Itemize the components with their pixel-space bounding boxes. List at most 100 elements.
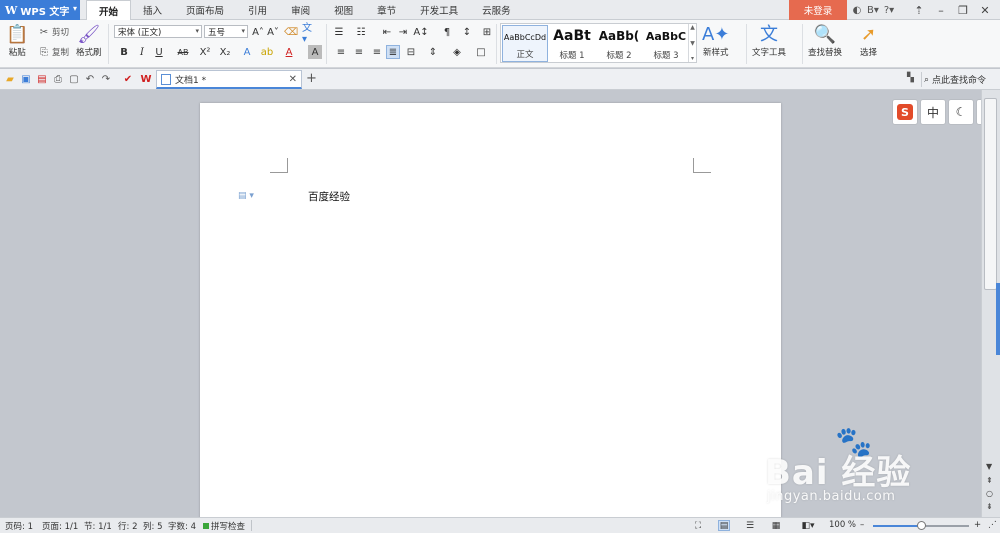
status-word-count[interactable]: 字数: 4 <box>168 520 196 532</box>
zoom-out-icon[interactable]: – <box>860 520 864 530</box>
web-view-icon[interactable]: ▦ <box>770 520 782 531</box>
paragraph-layout-icon[interactable]: ▤ ▾ <box>238 191 254 201</box>
shading-icon[interactable]: ◈ <box>450 45 464 59</box>
text-effect-icon[interactable]: A <box>240 45 254 59</box>
border-icon[interactable]: □ <box>474 45 488 59</box>
maximize-button[interactable]: ❐ <box>952 0 974 20</box>
chinese-mode-button[interactable]: 中 <box>920 99 946 125</box>
app-menu-button[interactable]: W WPS 文字 ▾ <box>0 0 80 20</box>
skin-icon[interactable]: ◐ <box>850 3 864 17</box>
open-icon[interactable]: ▰ <box>4 73 16 85</box>
char-shading-icon[interactable]: A <box>308 45 322 59</box>
resize-grip-icon[interactable]: ⋰ <box>988 520 997 530</box>
bold-button[interactable]: B <box>117 45 131 59</box>
distributed-icon[interactable]: ⊟ <box>404 45 418 59</box>
feedback-icon[interactable]: B▾ <box>866 3 880 17</box>
reading-mode-icon[interactable]: ◧▾ <box>798 520 818 531</box>
find-replace-button[interactable]: 🔍 查找替换 <box>808 24 842 58</box>
phonetic-icon[interactable]: 文▾ <box>302 23 316 45</box>
grow-font-icon[interactable]: A˄ <box>251 25 265 39</box>
fullscreen-icon[interactable]: ⛶ <box>692 520 704 531</box>
tab-8[interactable]: 云服务 <box>470 0 523 20</box>
document-text[interactable]: 百度经验 <box>308 189 350 204</box>
login-button[interactable]: 未登录 <box>789 0 847 20</box>
save-icon[interactable]: ▣ <box>20 73 32 85</box>
font-color-icon[interactable]: A <box>282 45 296 59</box>
line-spacing-icon[interactable]: ⇕ <box>426 45 440 59</box>
vertical-scrollbar[interactable]: ▼ ⇞ ○ ⇟ <box>981 90 1000 517</box>
export-pdf-icon[interactable]: ▤ <box>36 73 48 85</box>
document-page[interactable]: ▤ ▾ 百度经验 <box>200 103 781 523</box>
spell-check-toggle[interactable]: 拼写检查 <box>203 520 245 532</box>
shrink-font-icon[interactable]: A˅ <box>266 25 280 39</box>
decrease-indent-icon[interactable]: ⇤ <box>380 25 394 39</box>
scroll-down-icon[interactable]: ▼ <box>986 462 992 471</box>
print-preview-icon[interactable]: ▢ <box>68 73 80 85</box>
chinese-layout-icon[interactable]: A↕ <box>413 25 428 39</box>
tab-1[interactable]: 插入 <box>131 0 174 20</box>
text-tools-button[interactable]: 文 文字工具 <box>752 24 786 58</box>
strikethrough-button[interactable]: AB <box>174 45 192 59</box>
next-page-icon[interactable]: ⇟ <box>986 502 993 511</box>
superscript-button[interactable]: X² <box>198 45 212 59</box>
style-normal[interactable]: AaBbCcDd 正文 <box>502 25 548 62</box>
tab-6[interactable]: 章节 <box>365 0 408 20</box>
status-col[interactable]: 列: 5 <box>143 520 162 532</box>
style-heading-3[interactable]: AaBbC 标题 3 <box>643 25 689 62</box>
moon-icon[interactable]: ☾ <box>948 99 974 125</box>
numbered-list-icon[interactable]: ☷ <box>354 25 368 39</box>
justify-icon[interactable]: ≣ <box>386 45 400 59</box>
style-heading-1[interactable]: AaBt 标题 1 <box>549 25 595 62</box>
customize-qat-icon[interactable]: ✔ <box>122 73 134 85</box>
prev-page-icon[interactable]: ⇞ <box>986 476 993 485</box>
underline-button[interactable]: U <box>152 45 166 59</box>
highlight-icon[interactable]: ab <box>260 45 274 59</box>
select-browse-icon[interactable]: ○ <box>986 489 993 498</box>
tab-5[interactable]: 视图 <box>322 0 365 20</box>
tab-0[interactable]: 开始 <box>86 0 132 21</box>
cut-button[interactable]: ✂ 剪切 <box>38 26 69 39</box>
align-right-icon[interactable]: ≡ <box>370 45 384 59</box>
status-pages[interactable]: 页面: 1/1 <box>42 520 78 532</box>
zoom-slider[interactable] <box>873 521 969 530</box>
zoom-slider-knob[interactable] <box>917 521 926 530</box>
format-painter-button[interactable]: 🖌 格式刷 <box>76 24 102 58</box>
status-row[interactable]: 行: 2 <box>118 520 137 532</box>
tab-2[interactable]: 页面布局 <box>174 0 236 20</box>
chevron-up-icon[interactable]: ▲ <box>690 24 695 31</box>
page-view-icon[interactable]: ▤ <box>718 520 730 531</box>
copy-button[interactable]: ⎘ 复制 <box>38 46 69 59</box>
bullet-list-icon[interactable]: ☰ <box>332 25 346 39</box>
sort-icon[interactable]: ↕ <box>460 25 474 39</box>
align-left-icon[interactable]: ≡ <box>334 45 348 59</box>
zoom-in-icon[interactable]: + <box>974 520 981 530</box>
italic-button[interactable]: I <box>135 45 149 59</box>
new-style-button[interactable]: A✦ 新样式 <box>702 24 729 58</box>
font-size-select[interactable]: 五号 ▾ <box>204 25 248 38</box>
tab-7[interactable]: 开发工具 <box>408 0 470 20</box>
outline-view-icon[interactable]: ☰ <box>744 520 756 531</box>
increase-indent-icon[interactable]: ⇥ <box>396 25 410 39</box>
chevron-down-icon[interactable]: ▼ <box>690 40 695 47</box>
wps-icon[interactable]: W <box>140 73 152 85</box>
style-heading-2[interactable]: AaBb( 标题 2 <box>596 25 642 62</box>
pin-icon[interactable]: ▚ <box>907 73 914 83</box>
clear-format-icon[interactable]: ⌫ <box>284 25 298 39</box>
tab-3[interactable]: 引用 <box>236 0 279 20</box>
font-family-select[interactable]: 宋体 (正文) ▾ <box>114 25 202 38</box>
close-tab-icon[interactable]: ✕ <box>289 74 297 85</box>
tab-4[interactable]: 审阅 <box>279 0 322 20</box>
redo-icon[interactable]: ↷ <box>100 73 112 85</box>
print-icon[interactable]: ⎙ <box>52 73 64 85</box>
show-marks-icon[interactable]: ¶ <box>440 25 454 39</box>
paste-button[interactable]: 📋 粘贴 <box>6 24 28 58</box>
sogou-button[interactable]: S <box>892 99 918 125</box>
status-page-num[interactable]: 页码: 1 <box>5 520 33 532</box>
undo-icon[interactable]: ↶ <box>84 73 96 85</box>
zoom-level[interactable]: 100 % <box>829 520 856 530</box>
document-tab[interactable]: 文档1 * ✕ <box>156 70 302 89</box>
table-border-icon[interactable]: ⊞ <box>480 25 494 39</box>
help-icon[interactable]: ?▾ <box>882 3 896 17</box>
subscript-button[interactable]: X₂ <box>218 45 232 59</box>
select-button[interactable]: ➚ 选择 <box>860 24 877 58</box>
